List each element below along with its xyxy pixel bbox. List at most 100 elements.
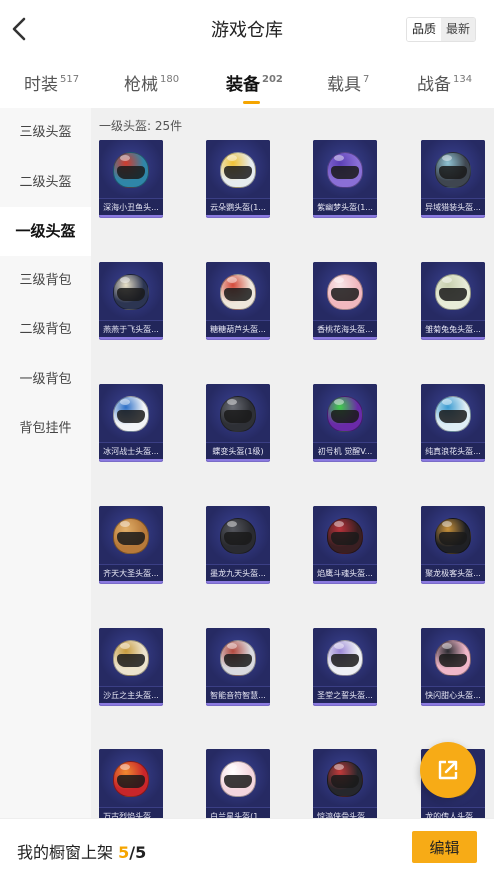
sort-by-newest[interactable]: 最新	[440, 18, 475, 41]
share-external-icon	[438, 760, 458, 780]
item-thumbnail	[313, 140, 377, 198]
item-card[interactable]: 白兰星头盔(1...	[206, 749, 270, 818]
item-thumbnail	[421, 628, 485, 686]
helmet-shine	[120, 521, 130, 527]
item-card[interactable]: 初号机 觉醒V...	[313, 384, 377, 461]
helmet-shine	[334, 399, 344, 405]
tab-guns[interactable]: 枪械 180	[124, 70, 179, 95]
item-card[interactable]: 深海小丑鱼头...	[99, 140, 163, 217]
item-quality-bar	[99, 215, 163, 217]
helmet-visor	[117, 288, 145, 301]
sidebar-item-level2-backpack[interactable]: 二级背包	[0, 305, 91, 354]
item-name: 沙丘之主头盔...	[103, 691, 159, 700]
item-quality-bar	[313, 337, 377, 339]
item-card[interactable]: 齐天大圣头盔...	[99, 506, 163, 583]
showcase-status: 我的橱窗上架 5/5	[17, 839, 146, 863]
helmet-visor	[439, 410, 467, 423]
tab-supplies[interactable]: 战备 134	[417, 70, 472, 95]
sidebar-item-level3-backpack[interactable]: 三级背包	[0, 256, 91, 305]
helmet-visor	[331, 775, 359, 788]
item-card[interactable]: 聚龙极客头盔...	[421, 506, 485, 583]
item-name: 紫幽梦头盔(1...	[317, 203, 373, 212]
tab-label: 时装	[24, 75, 58, 95]
sidebar-item-level1-helmet[interactable]: 一级头盔	[0, 207, 91, 256]
helmet-visor	[331, 532, 359, 545]
item-card[interactable]: 沙丘之主头盔...	[99, 628, 163, 705]
item-quality-bar	[99, 337, 163, 339]
helmet-visor	[224, 775, 252, 788]
item-thumbnail	[421, 140, 485, 198]
item-quality-bar	[421, 337, 485, 339]
item-thumbnail	[99, 749, 163, 807]
item-thumbnail	[99, 384, 163, 442]
helmet-visor	[439, 288, 467, 301]
share-button[interactable]	[420, 742, 476, 798]
helmet-visor	[117, 166, 145, 179]
showcase-total-count: 5	[135, 843, 147, 862]
item-card[interactable]: 纯真浪花头盔...	[421, 384, 485, 461]
helmet-shine	[442, 521, 452, 527]
sidebar-item-level3-helmet[interactable]: 三级头盔	[0, 108, 91, 157]
helmet-visor	[224, 166, 252, 179]
item-thumbnail	[313, 262, 377, 320]
item-card[interactable]: 紫幽梦头盔(1...	[313, 140, 377, 217]
item-name: 快闪甜心头盔...	[425, 691, 481, 700]
item-thumbnail	[206, 262, 270, 320]
item-card[interactable]: 香桃花海头盔...	[313, 262, 377, 339]
item-card[interactable]: 圣堂之誓头盔...	[313, 628, 377, 705]
tab-active-indicator	[243, 101, 260, 104]
helmet-visor	[224, 288, 252, 301]
item-thumbnail	[313, 749, 377, 807]
tab-label: 载具	[327, 75, 361, 95]
item-card[interactable]: 万古烈焰头盔...	[99, 749, 163, 818]
item-card[interactable]: 焰鹰斗魂头盔...	[313, 506, 377, 583]
sort-by-quality[interactable]: 品质	[406, 18, 441, 41]
item-card[interactable]: 燕燕于飞头盔...	[99, 262, 163, 339]
helmet-visor	[331, 166, 359, 179]
item-card[interactable]: 墨龙九天头盔...	[206, 506, 270, 583]
item-thumbnail	[421, 384, 485, 442]
item-name: 纯真浪花头盔...	[425, 447, 481, 456]
item-card[interactable]: 蝶变头盔(1级)	[206, 384, 270, 461]
tab-fashion[interactable]: 时装 517	[24, 70, 79, 95]
item-card[interactable]: 糖糖葫芦头盔...	[206, 262, 270, 339]
bottom-bar: 我的橱窗上架 5/5 编辑	[0, 818, 494, 875]
item-card[interactable]: 异域猎装头盔...	[421, 140, 485, 217]
item-name: 蝶变头盔(1级)	[212, 447, 264, 456]
item-thumbnail	[206, 628, 270, 686]
helmet-visor	[117, 775, 145, 788]
item-quality-bar	[206, 703, 270, 705]
item-thumbnail	[421, 506, 485, 564]
item-card[interactable]: 快闪甜心头盔...	[421, 628, 485, 705]
sidebar-item-level2-helmet[interactable]: 二级头盔	[0, 158, 91, 207]
helmet-shine	[120, 643, 130, 649]
sidebar-item-backpack-charm[interactable]: 背包挂件	[0, 404, 91, 453]
item-name: 龙的传人头盔...	[425, 812, 481, 818]
helmet-visor	[224, 654, 252, 667]
tab-count: 134	[453, 74, 473, 85]
section-label: 一级头盔: 25件	[99, 119, 183, 133]
helmet-shine	[227, 521, 237, 527]
tab-label: 装备	[226, 75, 260, 95]
tab-equipment[interactable]: 装备 202	[226, 70, 283, 104]
tab-vehicles[interactable]: 载具 7	[327, 70, 369, 95]
item-quality-bar	[206, 459, 270, 461]
sidebar-item-level1-backpack[interactable]: 一级背包	[0, 355, 91, 404]
item-thumbnail	[99, 628, 163, 686]
helmet-shine	[120, 277, 130, 283]
item-card[interactable]: 智能音符智慧...	[206, 628, 270, 705]
item-thumbnail	[206, 140, 270, 198]
item-name: 深海小丑鱼头...	[103, 203, 159, 212]
item-name: 焰鹰斗魂头盔...	[317, 569, 373, 578]
item-card[interactable]: 惊鸿侠骨头盔...	[313, 749, 377, 818]
item-name: 香桃花海头盔...	[317, 325, 373, 334]
item-card[interactable]: 云朵鹦头盔(1...	[206, 140, 270, 217]
helmet-visor	[224, 532, 252, 545]
item-card[interactable]: 雏菊兔兔头盔...	[421, 262, 485, 339]
edit-button[interactable]: 编辑	[412, 831, 477, 863]
item-card[interactable]: 冰河战士头盔...	[99, 384, 163, 461]
helmet-visor	[331, 288, 359, 301]
item-grid-panel: 一级头盔: 25件 深海小丑鱼头... 云朵鹦头盔(1... 紫幽梦头盔(1... 异…	[91, 108, 494, 818]
item-thumbnail	[313, 384, 377, 442]
item-thumbnail	[313, 628, 377, 686]
